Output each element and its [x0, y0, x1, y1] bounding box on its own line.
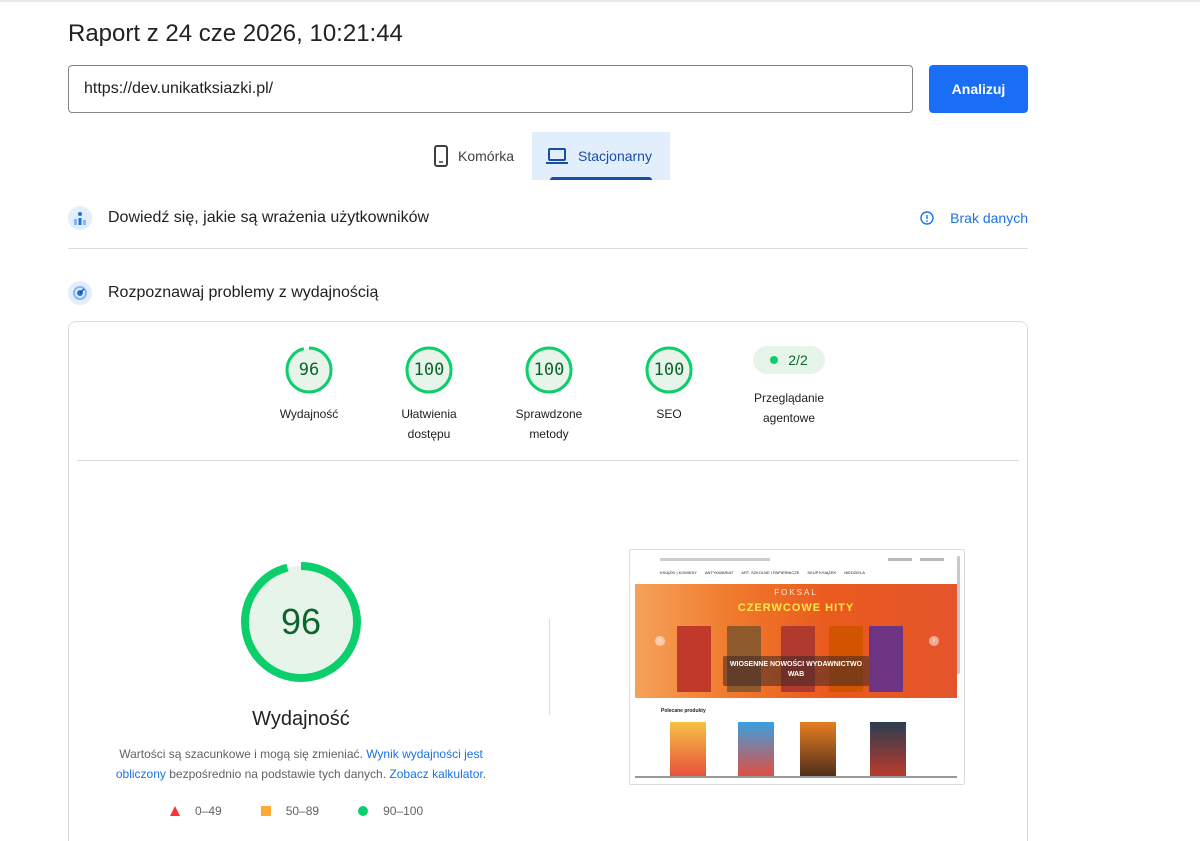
tab-desktop[interactable]: Stacjonarny	[532, 132, 670, 180]
top-rule	[0, 0, 1200, 2]
legend-pass: 90–100	[357, 804, 423, 818]
vertical-divider	[549, 619, 550, 715]
product-thumb	[800, 722, 836, 778]
banner-overlay: WIOSENNE NOWOŚCI WYDAWNICTWO WAB	[723, 656, 869, 686]
triangle-icon	[169, 805, 181, 817]
analyze-button[interactable]: Analizuj	[929, 65, 1028, 113]
recommended-heading: Polecane produkty	[661, 708, 706, 714]
screenshot-banner: FOKSAL CZERWCOWE HITY ‹ › WIOSENNE NOWOŚ…	[635, 584, 957, 698]
score-value: 100	[653, 360, 685, 380]
pass-dot-icon	[770, 356, 779, 364]
gauge-best-practices[interactable]: 100 Sprawdzone metody	[489, 346, 609, 444]
note-text: .	[482, 767, 487, 781]
section-divider	[68, 248, 1028, 249]
note-text: Wartości są szacunkowe i mogą się zmieni…	[119, 747, 367, 761]
users-chart-icon	[68, 206, 92, 230]
lab-data-section: Rozpoznawaj problemy z wydajnością	[68, 273, 1028, 313]
page-screenshot[interactable]: KSIĄŻKI | KOMIKSY ANTYKWARIAT ART. SZKOL…	[629, 549, 965, 785]
gauge-label: Sprawdzone metody	[515, 407, 583, 441]
score-value: 96	[298, 360, 320, 380]
score-ring: 100	[405, 346, 453, 394]
legend-range: 90–100	[383, 804, 424, 818]
gauge-seo[interactable]: 100 SEO	[609, 346, 729, 424]
banner-book	[869, 626, 903, 692]
gauge-agentic-browsing[interactable]: 2/2 Przeglądanie agentowe	[729, 336, 849, 428]
agentic-score: 2/2	[788, 352, 808, 368]
score-ring: 96	[285, 346, 333, 394]
device-tabs: Komórka Stacjonarny	[420, 132, 670, 180]
card-divider	[77, 460, 1019, 461]
screenshot-scrollbar	[957, 556, 960, 674]
performance-label: Wydajność	[252, 708, 350, 730]
legend-range: 0–49	[195, 804, 222, 818]
performance-big-gauge: 96	[241, 562, 361, 682]
banner-brand: FOKSAL	[774, 588, 818, 597]
report-title: Raport z 24 cze 2026, 10:21:44	[68, 20, 403, 47]
tab-desktop-label: Stacjonarny	[578, 148, 652, 164]
category-gauges: 96 Wydajność 100 Ułatwienia dostępu 100 …	[69, 346, 1029, 456]
mobile-phone-icon	[434, 145, 448, 167]
gauge-performance[interactable]: 96 Wydajność	[249, 346, 369, 424]
chevron-right-icon: ›	[929, 636, 939, 646]
gauge-label: Ułatwienia dostępu	[401, 407, 457, 441]
circle-icon	[357, 805, 369, 817]
gauge-label: Wydajność	[279, 407, 339, 421]
screenshot-topbar	[630, 556, 964, 564]
banner-book	[677, 626, 711, 692]
agentic-pill: 2/2	[753, 346, 825, 374]
screenshot-nav-item: ANTYKWARIAT	[704, 570, 734, 575]
product-thumb	[738, 722, 774, 778]
field-data-section: Dowiedź się, jakie są wrażenia użytkowni…	[68, 198, 1028, 238]
score-legend: 0–49 50–89 90–100	[169, 804, 461, 818]
tab-mobile-label: Komórka	[458, 148, 515, 164]
note-text: bezpośrednio na podstawie tych danych.	[165, 767, 390, 781]
speedometer-icon	[68, 281, 92, 305]
screenshot-nav-item: NIEDZIELA	[844, 570, 865, 575]
score-ring: 100	[525, 346, 573, 394]
gauge-label: SEO	[656, 407, 682, 421]
legend-fail: 0–49	[169, 804, 222, 818]
gauge-accessibility[interactable]: 100 Ułatwienia dostępu	[369, 346, 489, 444]
url-input[interactable]	[68, 65, 913, 113]
chevron-left-icon: ‹	[655, 636, 665, 646]
score-value: 100	[533, 360, 565, 380]
legend-range: 50–89	[285, 804, 320, 818]
product-thumb	[870, 722, 906, 778]
screenshot-nav: KSIĄŻKI | KOMIKSY ANTYKWARIAT ART. SZKOL…	[660, 570, 873, 580]
performance-score: 96	[280, 601, 322, 642]
laptop-icon	[546, 148, 569, 164]
product-thumb	[670, 722, 706, 778]
calculator-link[interactable]: Zobacz kalkulator	[389, 767, 482, 781]
screenshot-nav-item: KSIĄŻKI | KOMIKSY	[660, 570, 697, 575]
banner-headline: CZERWCOWE HITY	[737, 602, 855, 614]
info-icon	[920, 211, 934, 225]
legend-average: 50–89	[260, 804, 319, 818]
lab-data-title: Rozpoznawaj problemy z wydajnością	[108, 284, 379, 301]
screenshot-nav-item: ART. SZKOLNE I PAPIERNICZE	[741, 570, 800, 575]
tab-mobile[interactable]: Komórka	[420, 132, 532, 180]
gauge-label: Przeglądanie agentowe	[753, 391, 825, 425]
score-value: 100	[413, 360, 445, 380]
square-icon	[260, 805, 272, 817]
no-data-link[interactable]: Brak danych	[920, 210, 1028, 226]
score-ring: 100	[645, 346, 693, 394]
no-data-label: Brak danych	[950, 210, 1028, 226]
scores-card: 96 Wydajność 100 Ułatwienia dostępu 100 …	[68, 321, 1028, 841]
screenshot-nav-item: SKUP KSIĄŻEK	[807, 570, 837, 575]
field-data-title: Dowiedź się, jakie są wrażenia użytkowni…	[108, 209, 430, 226]
screenshot-hscrollbar	[635, 776, 957, 778]
performance-note: Wartości są szacunkowe i mogą się zmieni…	[97, 744, 505, 784]
